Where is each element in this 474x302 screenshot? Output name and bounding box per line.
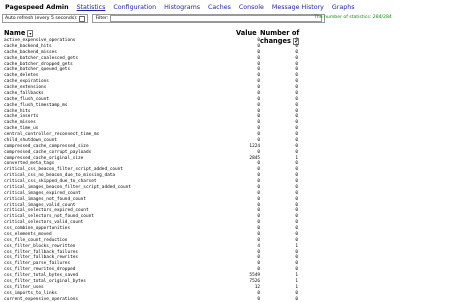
filter-label: Filter: (95, 16, 108, 21)
nav-link-histograms[interactable]: Histograms (164, 4, 200, 11)
controls-bar: Auto refresh (every 5 seconds): Filter: (2, 14, 325, 23)
table-header: Name▾ Value Number of changes▾ (4, 29, 336, 38)
brand-title: Pagespeed Admin (5, 4, 69, 11)
nav-link-console[interactable]: Console (239, 4, 264, 11)
stat-changes: 0 (290, 297, 298, 302)
auto-refresh-checkbox[interactable] (79, 16, 85, 22)
nav-link-configuration[interactable]: Configuration (113, 4, 156, 11)
sort-icon[interactable]: ▾ (27, 30, 33, 37)
filter-control: Filter: (92, 14, 325, 23)
nav-link-graphs[interactable]: Graphs (332, 4, 355, 11)
table-row: current_expensive_operations 0 0 (4, 297, 344, 302)
statistics-count: The number of statistics: 284/284 (314, 15, 392, 20)
auto-refresh-label: Auto refresh (every 5 seconds): (5, 16, 77, 21)
auto-refresh-control: Auto refresh (every 5 seconds): (2, 14, 88, 23)
stat-value: 0 (204, 297, 260, 302)
stat-name: current_expensive_operations (4, 297, 78, 302)
nav-link-caches[interactable]: Caches (208, 4, 231, 11)
column-header-value[interactable]: Value (236, 29, 257, 37)
statistics-table: active_expensive_operations00cache_backe… (4, 38, 344, 302)
column-header-name[interactable]: Name▾ (4, 29, 33, 37)
nav-link-statistics[interactable]: Statistics (77, 4, 106, 11)
filter-input[interactable] (110, 15, 322, 22)
navbar: Pagespeed Admin Statistics Configuration… (5, 2, 355, 12)
nav-link-message-history[interactable]: Message History (272, 4, 324, 11)
